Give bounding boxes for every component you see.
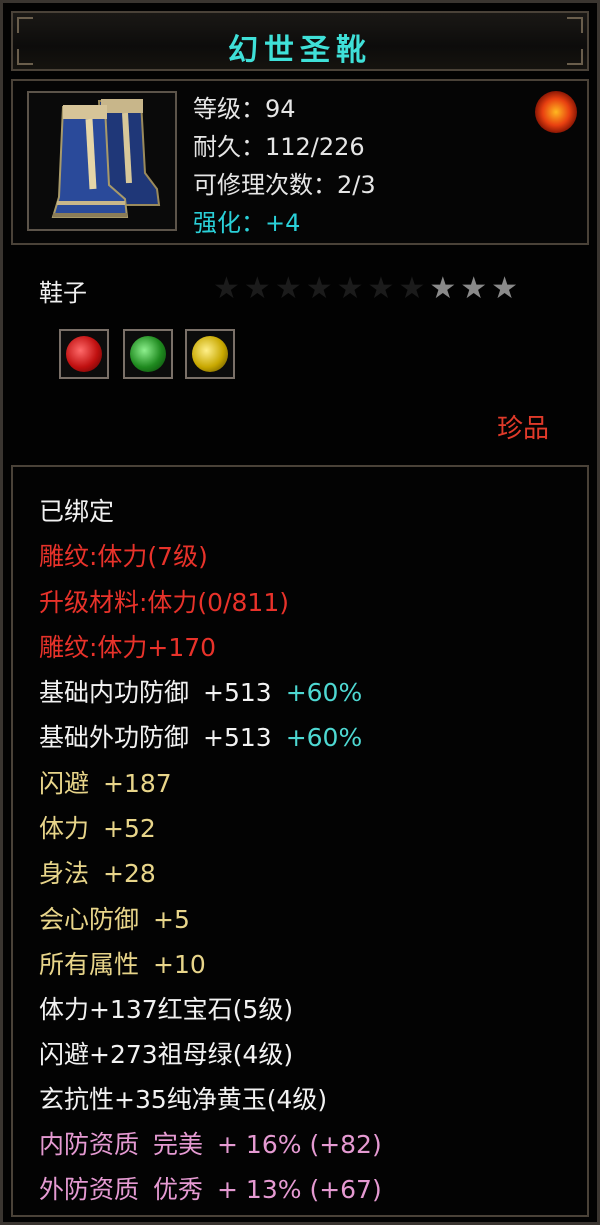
quality-grade: 优秀 bbox=[153, 1175, 204, 1204]
stat-label: 所有属性 bbox=[39, 950, 140, 979]
agility-stat: 身法 +28 bbox=[39, 859, 156, 889]
star-icon: ★ bbox=[336, 271, 368, 306]
stat-value: +10 bbox=[153, 950, 206, 979]
stat-label: 会心防御 bbox=[39, 905, 140, 934]
star-icon: ★ bbox=[491, 271, 523, 306]
stat-label: 体力 bbox=[39, 814, 90, 843]
level-text: 等级：94 bbox=[193, 95, 296, 123]
stat-label: 基础内功防御 bbox=[39, 678, 190, 707]
stat-value: +28 bbox=[103, 859, 156, 888]
item-type: 鞋子 bbox=[39, 279, 87, 307]
star-icon: ★ bbox=[213, 271, 244, 306]
star-icon: ★ bbox=[305, 271, 337, 306]
stamina-stat: 体力 +52 bbox=[39, 814, 156, 844]
boots-icon[interactable] bbox=[27, 91, 177, 231]
star-icon: ★ bbox=[429, 271, 461, 306]
star-icon: ★ bbox=[243, 271, 275, 306]
rarity-label: 珍品 bbox=[496, 414, 549, 444]
title-bar: 幻世圣靴 bbox=[11, 11, 589, 71]
gem-socket-topaz[interactable] bbox=[185, 329, 235, 379]
stat-percent: +60% bbox=[285, 678, 363, 707]
durability-text: 耐久：112/226 bbox=[193, 133, 365, 161]
item-header: 等级：94 耐久：112/226 可修理次数：2/3 强化：+4 bbox=[11, 79, 589, 245]
stat-value: +52 bbox=[103, 814, 156, 843]
repair-count-text: 可修理次数：2/3 bbox=[193, 171, 376, 199]
stat-value: +513 bbox=[203, 723, 272, 752]
stat-label: 外防资质 bbox=[39, 1175, 140, 1204]
star-icon: ★ bbox=[398, 271, 430, 306]
stat-value: + 13% (+67) bbox=[217, 1175, 382, 1204]
stat-value: +513 bbox=[203, 678, 272, 707]
enhance-text: 强化：+4 bbox=[193, 209, 301, 237]
stat-label: 闪避 bbox=[39, 769, 90, 798]
outer-defense-quality: 外防资质 优秀 + 13% (+67) bbox=[39, 1175, 382, 1205]
stat-label: 内防资质 bbox=[39, 1130, 140, 1159]
dodge-stat: 闪避 +187 bbox=[39, 769, 172, 799]
engrave-bonus: 雕纹:体力+170 bbox=[39, 633, 217, 662]
gem-bonus-ruby: 体力+137红宝石(5级) bbox=[39, 995, 294, 1024]
base-outer-defense: 基础外功防御 +513 +60% bbox=[39, 723, 362, 753]
stats-panel: 已绑定 雕纹:体力(7级) 升级材料:体力(0/811) 雕纹:体力+170 基… bbox=[11, 465, 589, 1217]
red-gem-icon bbox=[66, 336, 102, 372]
gem-socket-emerald[interactable] bbox=[123, 329, 173, 379]
upgrade-material: 升级材料:体力(0/811) bbox=[39, 588, 289, 617]
base-inner-defense: 基础内功防御 +513 +60% bbox=[39, 678, 362, 708]
stat-value: + 16% (+82) bbox=[217, 1130, 382, 1159]
gem-socket-ruby[interactable] bbox=[59, 329, 109, 379]
all-attributes-stat: 所有属性 +10 bbox=[39, 950, 206, 980]
star-icon: ★ bbox=[460, 271, 492, 306]
quality-grade: 完美 bbox=[153, 1130, 204, 1159]
star-rating: ★★★★★★★★★★ bbox=[213, 271, 522, 306]
bound-status: 已绑定 bbox=[39, 497, 115, 526]
gem-bonus-emerald: 闪避+273祖母绿(4级) bbox=[39, 1040, 294, 1069]
yellow-gem-icon bbox=[192, 336, 228, 372]
gem-bonus-topaz: 玄抗性+35纯净黄玉(4级) bbox=[39, 1085, 328, 1114]
item-tooltip: 幻世圣靴 等级：94 耐久：112/226 可修理次数：2/3 强化：+4 鞋子 bbox=[0, 0, 600, 1225]
star-icon: ★ bbox=[274, 271, 306, 306]
stat-label: 身法 bbox=[39, 859, 90, 888]
star-icon: ★ bbox=[367, 271, 399, 306]
stat-value: +5 bbox=[153, 905, 190, 934]
stat-label: 基础外功防御 bbox=[39, 723, 190, 752]
item-title: 幻世圣靴 bbox=[228, 33, 372, 68]
crit-defense-stat: 会心防御 +5 bbox=[39, 905, 190, 935]
stat-percent: +60% bbox=[285, 723, 363, 752]
green-gem-icon bbox=[130, 336, 166, 372]
fire-element-icon bbox=[535, 91, 577, 133]
stat-value: +187 bbox=[103, 769, 172, 798]
inner-defense-quality: 内防资质 完美 + 16% (+82) bbox=[39, 1130, 382, 1160]
engrave-level: 雕纹:体力(7级) bbox=[39, 542, 208, 571]
